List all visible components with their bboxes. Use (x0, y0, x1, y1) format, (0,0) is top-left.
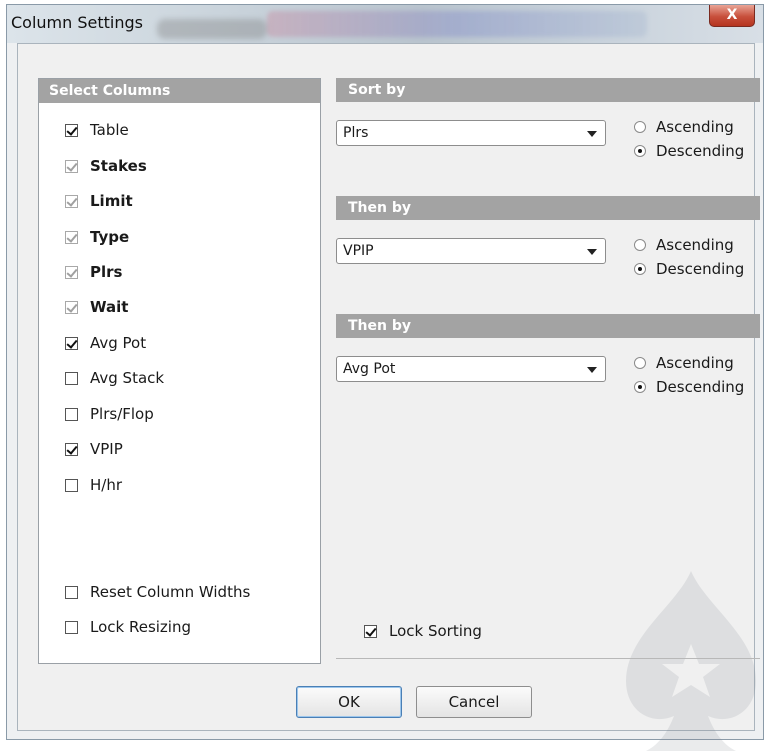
descending-label: Descending (656, 260, 745, 278)
column-option-wait: Wait (65, 296, 128, 318)
column-option-label: Limit (90, 192, 133, 210)
then-by-header: Then by (336, 196, 760, 220)
chevron-down-icon (587, 131, 597, 137)
radio-button[interactable] (634, 357, 646, 369)
checkbox[interactable] (65, 336, 78, 350)
chevron-down-icon (587, 367, 597, 373)
column-option-vpip[interactable]: VPIP (65, 438, 123, 460)
sort-by-descending-option[interactable]: Descending (634, 140, 744, 162)
then-by-header: Then by (336, 314, 760, 338)
then-by-selected-value: Avg Pot (343, 361, 396, 377)
then-by-selected-value: VPIP (343, 243, 374, 259)
sort-by-section: Sort by Plrs Ascending Descending (336, 78, 760, 188)
cancel-button[interactable]: Cancel (416, 686, 532, 718)
then-by-dropdown-1[interactable]: VPIP (336, 238, 606, 264)
dialog-title: Column Settings (11, 13, 143, 32)
checkbox[interactable] (65, 620, 78, 634)
column-settings-dialog: Column Settings X Select Columns Table S… (6, 4, 764, 751)
sort-by-ascending-option[interactable]: Ascending (634, 116, 734, 138)
column-option-label: Plrs (90, 263, 123, 281)
reset-column-widths-option[interactable]: Reset Column Widths (65, 581, 250, 603)
title-bar-background-blur (157, 19, 267, 39)
then-by-descending-option-2[interactable]: Descending (634, 376, 744, 398)
column-option-label: VPIP (90, 440, 123, 458)
ascending-label: Ascending (656, 354, 734, 372)
radio-button[interactable] (634, 381, 646, 393)
column-option-label: H/hr (90, 476, 123, 494)
checkbox (65, 159, 78, 173)
column-option-label: Plrs/Flop (90, 405, 154, 423)
checkbox[interactable] (65, 123, 78, 137)
spade-logo-watermark (626, 571, 756, 751)
checkbox[interactable] (65, 407, 78, 421)
column-option-label: Avg Pot (90, 334, 147, 352)
checkbox (65, 230, 78, 244)
column-option-stakes: Stakes (65, 155, 147, 177)
then-by-section-1: Then by VPIP Ascending Descending (336, 196, 760, 306)
lock-sorting-option[interactable]: Lock Sorting (364, 622, 482, 640)
sort-by-header: Sort by (336, 78, 760, 102)
column-option-h-hr[interactable]: H/hr (65, 474, 122, 496)
radio-button[interactable] (634, 239, 646, 251)
select-columns-header: Select Columns (39, 79, 320, 103)
close-button[interactable]: X (709, 5, 755, 27)
checkbox (65, 300, 78, 314)
lock-sorting-label: Lock Sorting (389, 622, 482, 640)
column-option-avg-stack[interactable]: Avg Stack (65, 367, 164, 389)
radio-button[interactable] (634, 145, 646, 157)
column-option-table[interactable]: Table (65, 119, 129, 141)
divider (336, 658, 760, 659)
column-option-plrs-flop[interactable]: Plrs/Flop (65, 403, 154, 425)
column-option-limit: Limit (65, 190, 133, 212)
checkbox[interactable] (65, 585, 78, 599)
title-bar[interactable]: Column Settings X (7, 5, 763, 43)
column-option-plrs: Plrs (65, 261, 122, 283)
checkbox[interactable] (65, 371, 78, 385)
checkbox[interactable] (65, 478, 78, 492)
reset-column-widths-label: Reset Column Widths (90, 583, 251, 601)
ascending-label: Ascending (656, 118, 734, 136)
column-option-avg-pot[interactable]: Avg Pot (65, 332, 146, 354)
descending-label: Descending (656, 142, 745, 160)
dialog-body: Select Columns Table Stakes Limit Type P… (17, 43, 760, 751)
column-option-type: Type (65, 226, 129, 248)
radio-button[interactable] (634, 263, 646, 275)
column-option-label: Type (90, 228, 130, 246)
lock-resizing-label: Lock Resizing (90, 618, 192, 636)
then-by-descending-option-1[interactable]: Descending (634, 258, 744, 280)
column-option-label: Wait (90, 298, 129, 316)
then-by-section-2: Then by Avg Pot Ascending Descending (336, 314, 760, 424)
then-by-ascending-option-1[interactable]: Ascending (634, 234, 734, 256)
checkbox[interactable] (65, 442, 78, 456)
chevron-down-icon (587, 249, 597, 255)
lock-resizing-option[interactable]: Lock Resizing (65, 616, 191, 638)
select-columns-panel: Select Columns Table Stakes Limit Type P… (38, 78, 321, 664)
then-by-dropdown-2[interactable]: Avg Pot (336, 356, 606, 382)
ascending-label: Ascending (656, 236, 734, 254)
then-by-ascending-option-2[interactable]: Ascending (634, 352, 734, 374)
checkbox[interactable] (364, 624, 377, 638)
radio-button[interactable] (634, 121, 646, 133)
descending-label: Descending (656, 378, 745, 396)
column-option-label: Table (90, 121, 129, 139)
sort-by-selected-value: Plrs (343, 125, 369, 141)
sort-by-dropdown[interactable]: Plrs (336, 120, 606, 146)
checkbox (65, 265, 78, 279)
ok-button[interactable]: OK (296, 686, 402, 718)
checkbox (65, 194, 78, 208)
title-bar-background-blur-2 (267, 11, 647, 37)
column-option-label: Avg Stack (90, 369, 165, 387)
column-option-label: Stakes (90, 157, 147, 175)
